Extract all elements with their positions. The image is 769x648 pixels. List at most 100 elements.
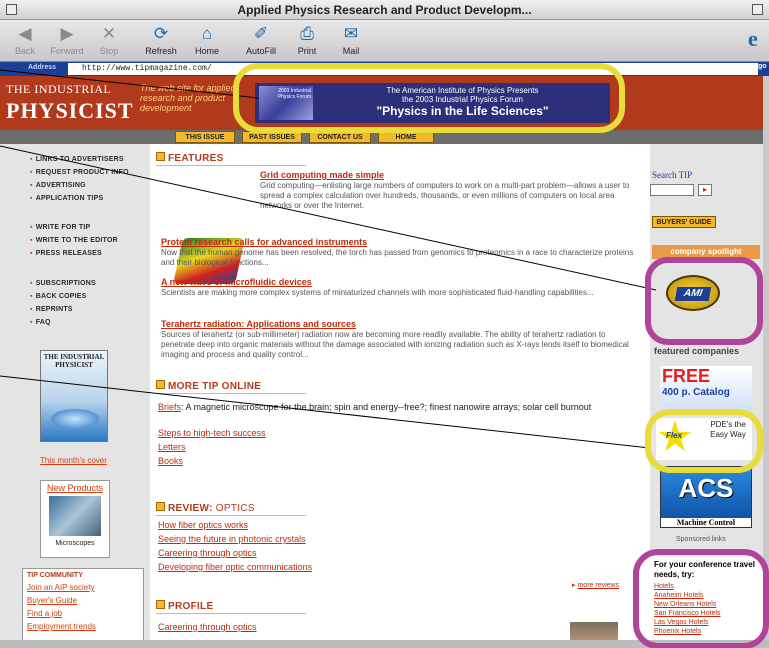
more-tip-rule (156, 393, 306, 394)
tip-community-box: TIP COMMUNITY Join an AIP society Buyer'… (22, 568, 144, 648)
vertical-scrollbar[interactable] (763, 76, 769, 648)
new-products-title[interactable]: New Products (41, 483, 109, 493)
new-products-caption: Microscopes (55, 540, 95, 547)
banner-line-2: the 2003 Industrial Physics Forum (402, 95, 523, 104)
article-microfluidic: A new wave of microfluidic devices Scien… (161, 277, 641, 298)
free-catalog-ad[interactable]: FREE 400 p. Catalog (660, 366, 752, 412)
forward-arrow-icon: ▶ (60, 24, 74, 43)
review-link-photonic[interactable]: Seeing the future in photonic crystals (158, 534, 306, 544)
acs-logo-text: ACS (678, 473, 734, 503)
cover-title: THE INDUSTRIAL PHYSICIST (43, 353, 105, 369)
review-link-developing[interactable]: Developing fiber optic communications (158, 562, 312, 572)
search-go-button[interactable]: ▸ (698, 184, 712, 196)
home-button[interactable]: ⌂ Home (186, 22, 228, 56)
article-protein-research: Protein research calls for advanced inst… (161, 237, 641, 268)
stop-button[interactable]: ✕ Stop (88, 22, 130, 56)
profile-link[interactable]: Careering through optics (158, 622, 257, 632)
hotel-link-phoenix[interactable]: Phoenix Hotels (654, 627, 763, 636)
featured-companies-heading: featured companies (654, 346, 740, 356)
article-title-link[interactable]: Protein research calls for advanced inst… (161, 237, 641, 247)
profile-rule (156, 613, 306, 614)
community-link-employment[interactable]: Employment trends (27, 622, 143, 631)
banner-line-1: The American Institute of Physics Presen… (386, 86, 539, 95)
hotel-link-las-vegas[interactable]: Las Vegas Hotels (654, 618, 763, 627)
sidebar-link-back-copies[interactable]: BACK COPIES (30, 293, 87, 300)
article-title-link[interactable]: Grid computing made simple (260, 170, 635, 180)
window-title: Applied Physics Research and Product Dev… (237, 3, 532, 17)
hotel-link-san-francisco[interactable]: San Francisco Hotels (654, 609, 763, 618)
ami-logo-ad[interactable]: AMI (666, 275, 720, 311)
article-description: Grid computing—enlisting large numbers o… (260, 181, 630, 210)
forward-button[interactable]: ▶ Forward (46, 22, 88, 56)
zoom-box-icon[interactable] (752, 4, 763, 15)
sidebar-link-press-releases[interactable]: PRESS RELEASES (30, 250, 102, 257)
pde-flex-ad[interactable]: Flex PDE's the Easy Way (656, 418, 752, 460)
sidebar-link-reprints[interactable]: REPRINTS (30, 306, 73, 313)
sidebar-link-faq[interactable]: FAQ (30, 319, 51, 326)
sidebar-link-application-tips[interactable]: APPLICATION TIPS (30, 195, 103, 202)
sidebar-link-advertisers[interactable]: LINKS TO ADVERTISERS (30, 156, 124, 163)
new-products-box[interactable]: New Products Microscopes (40, 480, 110, 558)
magazine-cover-image[interactable]: THE INDUSTRIAL PHYSICIST (40, 350, 108, 442)
cover-caption-link[interactable]: This month's cover (40, 456, 107, 465)
print-button[interactable]: ⎙ Print (286, 22, 328, 56)
briefs-link[interactable]: Briefs (158, 402, 181, 412)
stop-x-icon: ✕ (101, 24, 117, 43)
article-title-link[interactable]: A new wave of microfluidic devices (161, 277, 641, 287)
microscope-image (49, 496, 101, 536)
sidebar-link-advertising[interactable]: ADVERTISING (30, 182, 86, 189)
community-link-join[interactable]: Join an AIP society (27, 583, 143, 592)
banner-line-3: "Physics in the Life Sciences" (376, 104, 549, 118)
status-bar (0, 640, 769, 648)
briefs-item: Briefs: A magnetic microscope for the br… (158, 402, 638, 413)
nav-past-issues[interactable]: PAST ISSUES (242, 131, 302, 143)
nav-this-issue[interactable]: THIS ISSUE (175, 131, 235, 143)
review-link-fiber-optics[interactable]: How fiber optics works (158, 520, 248, 530)
acs-machine-control-ad[interactable]: ACS Machine Control (660, 466, 752, 528)
community-heading: TIP COMMUNITY (27, 572, 83, 579)
logo-line-1[interactable]: THE INDUSTRIAL (6, 82, 111, 97)
more-link-letters[interactable]: Letters (158, 442, 186, 452)
nav-contact-us[interactable]: CONTACT US (309, 131, 371, 143)
hotel-link-new-orleans[interactable]: New Orleans Hotels (654, 600, 763, 609)
site-tagline: The web site for applied research and pr… (140, 83, 236, 113)
briefs-text: : A magnetic microscope for the brain; s… (181, 402, 592, 412)
forum-banner-ad[interactable]: 2003 Industrial Physics Forum The Americ… (255, 83, 610, 123)
autofill-button[interactable]: ✐ AutoFill (240, 22, 282, 56)
more-reviews-link[interactable]: ▸ more reviews (572, 581, 619, 589)
address-input[interactable]: http://www.tipmagazine.com/ (68, 63, 758, 75)
features-rule (156, 165, 306, 166)
refresh-button[interactable]: ⟳ Refresh (140, 22, 182, 56)
close-box-icon[interactable] (6, 4, 17, 15)
features-heading: FEATURES (156, 152, 224, 164)
sidebar-link-subscriptions[interactable]: SUBSCRIPTIONS (30, 280, 96, 287)
go-button[interactable]: go (758, 63, 767, 70)
more-link-books[interactable]: Books (158, 456, 183, 466)
back-button[interactable]: ◀ Back (4, 22, 46, 56)
sidebar-link-write-editor[interactable]: WRITE TO THE EDITOR (30, 237, 118, 244)
mail-button[interactable]: ✉ Mail (330, 22, 372, 56)
review-link-careering[interactable]: Careering through optics (158, 548, 257, 558)
hotel-link-anaheim[interactable]: Anaheim Hotels (654, 591, 763, 600)
buyers-guide-button[interactable]: BUYERS' GUIDE (652, 216, 716, 228)
article-title-link[interactable]: Terahertz radiation: Applications and so… (161, 319, 641, 329)
acs-caption: Machine Control (661, 518, 751, 527)
review-rule (156, 515, 306, 516)
water-drop-graphic (51, 409, 99, 429)
community-link-buyers-guide[interactable]: Buyer's Guide (27, 596, 143, 605)
ie-logo-icon: e (748, 26, 758, 51)
forum-swirl-graphic: 2003 Industrial Physics Forum (259, 86, 313, 120)
nav-home[interactable]: HOME (378, 131, 434, 143)
hotel-link-hotels[interactable]: Hotels (654, 582, 763, 591)
community-link-find-job[interactable]: Find a job (27, 609, 143, 618)
profile-heading: PROFILE (156, 600, 213, 612)
more-link-high-tech[interactable]: Steps to high-tech success (158, 428, 266, 438)
search-input[interactable] (650, 184, 694, 196)
sidebar-link-request-info[interactable]: REQUEST PRODUCT INFO (30, 169, 129, 176)
printer-icon: ⎙ (300, 24, 314, 43)
pde-tagline: PDE's the Easy Way (710, 420, 746, 439)
article-description: Now that the human genome has been resol… (161, 248, 634, 267)
logo-line-2[interactable]: PHYSICIST (6, 98, 134, 124)
catalog-text: 400 p. Catalog (662, 387, 730, 398)
sidebar-link-write-for-tip[interactable]: WRITE FOR TIP (30, 224, 91, 231)
